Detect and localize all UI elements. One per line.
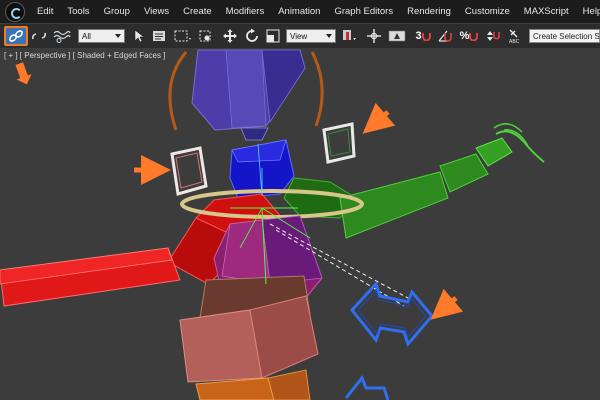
callout-arrow-link-button	[15, 62, 32, 85]
window-crossing-button[interactable]	[196, 26, 214, 46]
pivot-center-icon	[343, 30, 356, 40]
callout-arrow-frame-top	[362, 102, 396, 134]
selection-filter-dropdown[interactable]: All	[78, 29, 125, 43]
manipulator-frame-top[interactable]	[322, 122, 356, 164]
reference-coordinate-dropdown[interactable]: View	[286, 29, 336, 43]
select-and-rotate-button[interactable]	[242, 26, 262, 46]
select-by-name-icon	[153, 31, 165, 41]
viewport-label[interactable]: [ + ] [ Perspective ] [ Shaded + Edged F…	[4, 51, 165, 60]
named-selection-sets-field[interactable]: Create Selection Se	[529, 29, 600, 43]
viewport-scene	[0, 49, 545, 400]
spinner-snap-toggle-button[interactable]	[482, 26, 502, 46]
scale-manipulator-arrows[interactable]	[344, 281, 434, 400]
manipulate-icon	[367, 29, 381, 43]
3dsmax-window: Edit Tools Group Views Create Modifiers …	[0, 0, 600, 400]
magnet-icon	[469, 33, 479, 41]
unlink-selection-button[interactable]	[30, 26, 48, 46]
pivot-center-button[interactable]	[338, 26, 360, 46]
snaps-toggle-button[interactable]: 3	[412, 26, 434, 46]
menu-maxscript[interactable]: MAXScript	[517, 0, 576, 23]
bind-to-space-warp-button[interactable]	[52, 26, 72, 46]
cursor-arrow-icon	[134, 29, 145, 43]
scale-icon	[266, 29, 280, 43]
select-and-scale-button[interactable]	[264, 26, 282, 46]
menu-group[interactable]: Group	[97, 0, 137, 23]
chain-link-icon	[9, 30, 23, 42]
dashed-rectangle-icon	[174, 30, 191, 42]
selection-filter-value: All	[82, 31, 91, 41]
select-and-manipulate-button[interactable]	[364, 26, 384, 46]
rotation-gizmo-arc-left[interactable]	[168, 51, 188, 131]
select-object-button[interactable]	[130, 26, 148, 46]
menu-customize[interactable]: Customize	[458, 0, 517, 23]
move-arrows-icon	[223, 29, 237, 43]
menu-rendering[interactable]: Rendering	[400, 0, 458, 23]
menu-animation[interactable]: Animation	[271, 0, 327, 23]
pelvis-bone[interactable]	[179, 275, 319, 400]
menu-views[interactable]: Views	[137, 0, 176, 23]
select-by-name-button[interactable]	[150, 26, 168, 46]
menu-tools[interactable]: Tools	[60, 0, 96, 23]
rotate-icon	[246, 28, 258, 42]
rectangular-selection-button[interactable]	[172, 26, 194, 46]
reference-coordinate-value: View	[290, 31, 308, 41]
arm-bone-right[interactable]	[283, 123, 545, 239]
spinner-snap-icon	[487, 31, 500, 41]
space-warp-icon	[53, 30, 71, 43]
chevron-down-icon	[115, 34, 121, 38]
menu-graph-editors[interactable]: Graph Editors	[327, 0, 400, 23]
edit-named-selection-button[interactable]: ABC	[506, 26, 526, 46]
manipulator-frame-left[interactable]	[170, 146, 208, 196]
keyboard-shortcut-icon	[388, 30, 406, 42]
select-and-link-button[interactable]	[4, 26, 28, 46]
window-crossing-icon	[199, 30, 211, 42]
percent-symbol: %	[459, 29, 470, 42]
percent-snap-toggle-button[interactable]: %	[458, 26, 480, 46]
perspective-viewport[interactable]: [ + ] [ Perspective ] [ Shaded + Edged F…	[0, 48, 600, 400]
magnet-icon	[421, 33, 431, 41]
svg-text:ABC: ABC	[509, 39, 520, 44]
angle-snap-icon	[438, 30, 452, 42]
menu-edit[interactable]: Edit	[30, 0, 60, 23]
rotation-gizmo-arc-right[interactable]	[310, 51, 324, 127]
broken-link-icon	[32, 32, 46, 40]
head-bone[interactable]	[191, 49, 306, 141]
menu-help[interactable]: Help	[576, 0, 600, 23]
main-toolbar: All View 3 % ABC Create Selection Se	[0, 23, 600, 49]
chevron-down-icon	[326, 34, 332, 38]
application-button[interactable]	[5, 2, 25, 22]
callout-arrow-scale-gizmo	[430, 288, 464, 320]
angle-snap-toggle-button[interactable]	[436, 26, 454, 46]
menu-items: Edit Tools Group Views Create Modifiers …	[30, 0, 600, 23]
menu-bar: Edit Tools Group Views Create Modifiers …	[0, 0, 600, 23]
keyboard-shortcut-override-button[interactable]	[386, 26, 408, 46]
menu-modifiers[interactable]: Modifiers	[219, 0, 272, 23]
named-selection-abc-icon: ABC	[509, 29, 520, 44]
select-and-move-button[interactable]	[220, 26, 240, 46]
named-selection-placeholder: Create Selection Se	[533, 31, 600, 41]
menu-create[interactable]: Create	[176, 0, 219, 23]
